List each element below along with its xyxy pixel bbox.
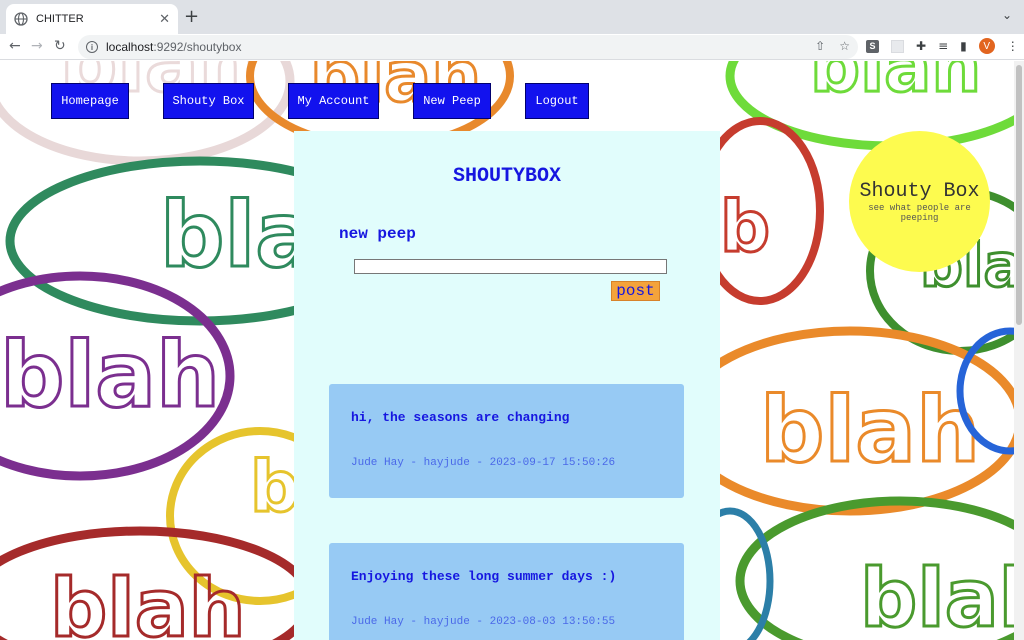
new-tab-icon[interactable]: + xyxy=(184,7,199,27)
peep-meta: Jude Hay - hayjude - 2023-08-03 13:50:55 xyxy=(351,616,616,628)
shouty-box-logo: Shouty Box see what people are peeping xyxy=(849,131,990,272)
puzzle-icon[interactable]: ✚ xyxy=(916,39,926,53)
extensions-area: S ✚ ≡ ▮ V ⋮ xyxy=(866,38,1019,54)
chevron-down-icon[interactable]: ⌄ xyxy=(1002,8,1012,22)
close-tab-icon[interactable]: ✕ xyxy=(159,12,170,27)
share-icon[interactable]: ⇧ xyxy=(815,39,825,53)
svg-text:bla: bla xyxy=(160,183,316,288)
url-text[interactable]: localhost:9292/shoutybox xyxy=(106,40,241,54)
media-list-icon[interactable]: ≡ xyxy=(938,39,948,53)
svg-text:blah: blah xyxy=(760,378,980,483)
extension-blank-icon[interactable] xyxy=(891,39,904,53)
nav-shouty-box-button[interactable]: Shouty Box xyxy=(163,83,254,119)
svg-text:b: b xyxy=(720,186,770,268)
page-title: SHOUTYBOX xyxy=(452,165,562,188)
kebab-menu-icon[interactable]: ⋮ xyxy=(1007,39,1019,53)
logo-title: Shouty Box xyxy=(859,180,980,203)
svg-text:blah: blah xyxy=(50,562,246,640)
post-button[interactable]: post xyxy=(611,281,660,301)
nav-logout-button[interactable]: Logout xyxy=(525,83,589,119)
logo-tagline: see what people are peeping xyxy=(868,203,971,223)
browser-tab-bar: CHITTER ✕ + ⌄ xyxy=(0,0,1024,34)
nav-my-account-button[interactable]: My Account xyxy=(288,83,379,119)
svg-text:b: b xyxy=(250,446,300,528)
shoutybox-panel: SHOUTYBOX new peep post hi, the seasons … xyxy=(294,131,720,640)
globe-icon xyxy=(14,12,28,26)
nav-new-peep-button[interactable]: New Peep xyxy=(413,83,491,119)
top-nav: Homepage Shouty Box My Account New Peep … xyxy=(0,83,1014,121)
peep-text: Enjoying these long summer days :) xyxy=(351,569,617,584)
peep-meta: Jude Hay - hayjude - 2023-09-17 15:50:26 xyxy=(351,457,616,469)
new-peep-input[interactable] xyxy=(354,259,667,274)
reload-icon[interactable]: ↻ xyxy=(54,37,66,55)
tab-title: CHITTER xyxy=(36,13,84,25)
svg-text:blah: blah xyxy=(860,552,1014,640)
page-viewport: blah blah bla blah b blah blah b blah bl… xyxy=(0,61,1014,640)
page-scrollbar[interactable] xyxy=(1014,61,1024,640)
scrollbar-thumb[interactable] xyxy=(1016,65,1022,325)
svg-text:blah: blah xyxy=(0,323,220,428)
forward-arrow-icon[interactable]: → xyxy=(31,37,43,55)
browser-tab[interactable]: CHITTER ✕ xyxy=(6,4,178,34)
site-info-icon[interactable]: i xyxy=(86,41,98,53)
new-peep-heading: new peep xyxy=(339,225,416,243)
back-arrow-icon[interactable]: ← xyxy=(9,37,21,55)
peep-card: hi, the seasons are changing Jude Hay - … xyxy=(329,384,684,498)
extension-s-icon[interactable]: S xyxy=(866,39,879,53)
side-panel-icon[interactable]: ▮ xyxy=(960,39,967,53)
peep-card: Enjoying these long summer days :) Jude … xyxy=(329,543,684,640)
peep-text: hi, the seasons are changing xyxy=(351,410,570,425)
address-bar[interactable]: i localhost:9292/shoutybox ⇧ ☆ xyxy=(78,35,858,59)
nav-homepage-button[interactable]: Homepage xyxy=(51,83,129,119)
star-icon[interactable]: ☆ xyxy=(839,39,850,53)
avatar[interactable]: V xyxy=(978,38,995,54)
